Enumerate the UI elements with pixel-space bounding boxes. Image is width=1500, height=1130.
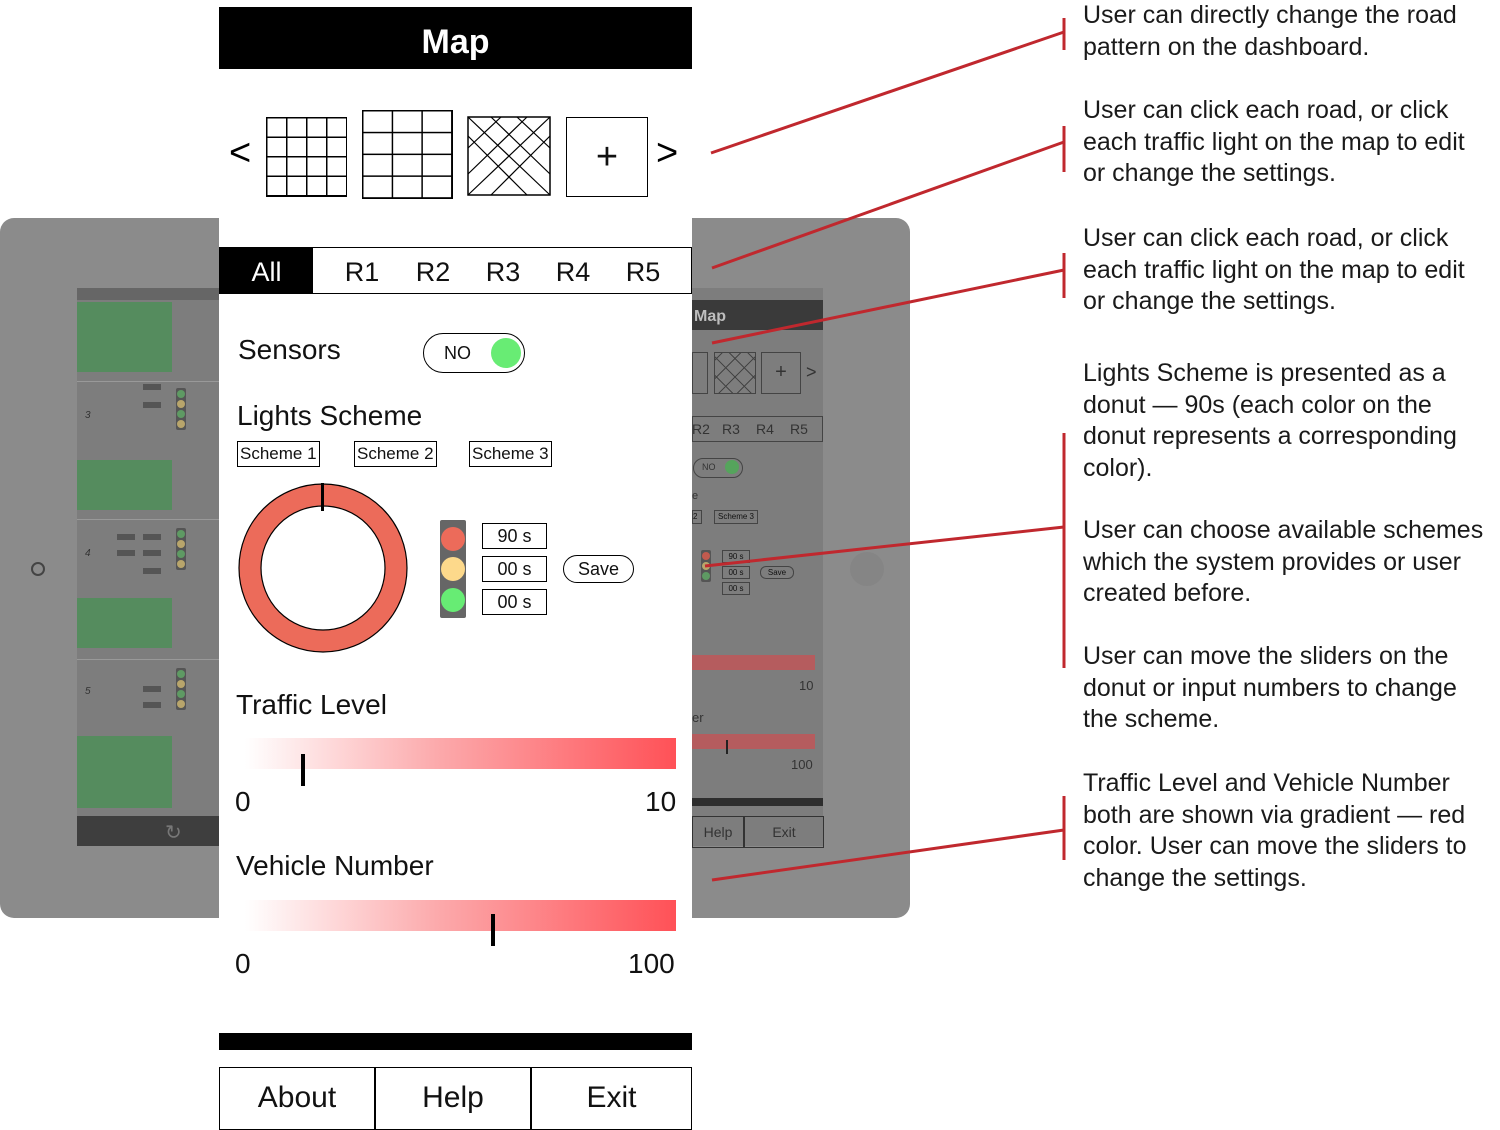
annotation-note: User can click each road, or click each … bbox=[1083, 96, 1465, 187]
annotation-note: User can move the sliders on the donut o… bbox=[1083, 642, 1457, 733]
annotation-note: Lights Scheme is presented as a donut — … bbox=[1083, 359, 1457, 482]
annotation-note: User can choose available schemes which … bbox=[1083, 516, 1484, 607]
annotation-note: User can click each road, or click each … bbox=[1083, 224, 1465, 315]
annotation-note: Traffic Level and Vehicle Number both ar… bbox=[1083, 769, 1467, 892]
annotation-note: User can directly change the road patter… bbox=[1083, 1, 1457, 61]
